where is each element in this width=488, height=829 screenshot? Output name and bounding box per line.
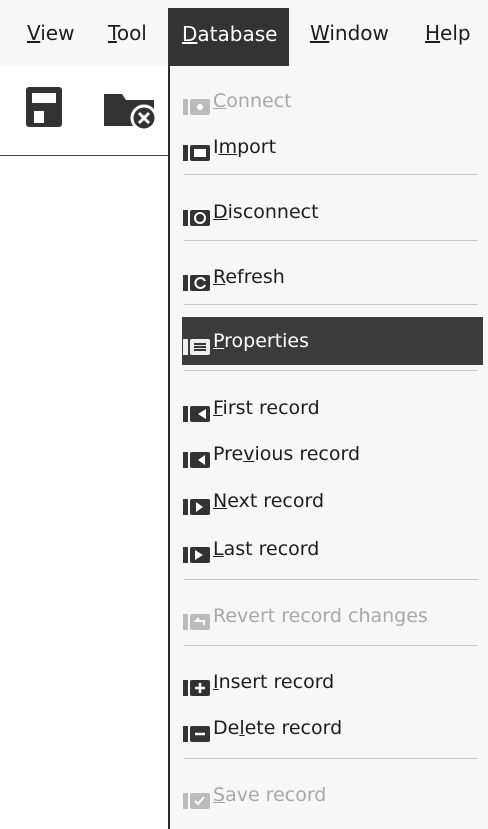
previous-record-icon [182, 443, 212, 468]
refresh-label: efresh [225, 266, 285, 288]
toolbar-divider [0, 155, 170, 156]
previous-record-label: ious record [254, 443, 361, 465]
close-connection-icon[interactable] [100, 88, 158, 136]
menu-database-mnemonic: D [182, 22, 198, 46]
separator [184, 304, 478, 305]
menu-window-rest: indow [329, 21, 389, 45]
first-record-label: irst record [222, 397, 320, 419]
import-mnemonic: m [218, 136, 238, 158]
menu-item-save-record[interactable]: Save record [182, 773, 326, 817]
menu-item-connect[interactable]: Connect [182, 79, 292, 123]
menu-bar: View Tool Database Window Help [0, 0, 488, 66]
revert-record-label: Revert record changes [213, 605, 428, 627]
import-icon [182, 136, 212, 161]
next-record-mnemonic: N [213, 490, 228, 512]
menu-view-mnemonic: V [27, 21, 41, 45]
separator [184, 579, 478, 580]
previous-record-mnemonic: v [243, 443, 255, 465]
save-record-mnemonic: S [213, 784, 226, 806]
next-record-icon [182, 490, 212, 515]
last-record-icon [182, 538, 212, 563]
menu-item-next-record[interactable]: Next record [182, 479, 324, 523]
menu-item-refresh[interactable]: Refresh [182, 255, 285, 299]
insert-record-icon [182, 671, 212, 696]
connect-icon [182, 90, 212, 115]
properties-icon [182, 330, 212, 355]
properties-label: roperties [224, 330, 310, 352]
last-record-label: ast record [223, 538, 320, 560]
properties-mnemonic: P [213, 330, 225, 352]
disconnect-icon [182, 201, 212, 226]
separator [184, 174, 478, 175]
separator [184, 645, 478, 646]
delete-record-label: ete record [244, 717, 343, 739]
revert-record-icon [182, 605, 212, 630]
first-record-mnemonic: F [213, 397, 223, 419]
refresh-icon [182, 266, 212, 291]
menu-item-first-record[interactable]: First record [182, 386, 320, 430]
connect-mnemonic: C [213, 90, 227, 112]
last-record-mnemonic: L [213, 538, 224, 560]
menu-help-rest: elp [440, 21, 471, 45]
menu-item-delete-record[interactable]: Delete record [182, 706, 342, 750]
menu-view-rest: iew [40, 21, 75, 45]
menu-item-properties[interactable]: Properties [182, 319, 309, 363]
menu-window-mnemonic: W [310, 21, 330, 45]
connect-label: onnect [226, 90, 292, 112]
delete-record-icon [182, 717, 212, 742]
menu-view[interactable]: View [27, 8, 74, 58]
disconnect-mnemonic: D [213, 201, 228, 223]
import-label: port [237, 136, 277, 158]
refresh-mnemonic: R [213, 266, 226, 288]
menu-database-rest: atabase [197, 22, 278, 46]
menu-help-mnemonic: H [425, 21, 441, 45]
database-dropdown-menu: Connect Import Disconnect Refresh Proper… [168, 66, 488, 829]
previous-record-pre: Pre [213, 443, 244, 465]
menu-item-revert-record-changes[interactable]: Revert record changes [182, 594, 428, 638]
separator [184, 758, 478, 759]
menu-tool[interactable]: Tool [108, 8, 147, 58]
menu-window[interactable]: Window [310, 8, 389, 58]
menu-item-previous-record[interactable]: Previous record [182, 432, 360, 476]
menu-item-import[interactable]: Import [182, 125, 276, 169]
menu-database[interactable]: Database [168, 8, 290, 66]
disconnect-label: isconnect [227, 201, 319, 223]
first-record-icon [182, 397, 212, 422]
insert-record-label: nsert record [218, 671, 335, 693]
menu-item-disconnect[interactable]: Disconnect [182, 190, 319, 234]
separator [184, 370, 478, 371]
save-record-icon [182, 784, 212, 809]
save-icon[interactable] [24, 85, 64, 133]
menu-item-last-record[interactable]: Last record [182, 527, 319, 571]
menu-help[interactable]: Help [425, 8, 471, 58]
separator [184, 240, 478, 241]
save-record-label: ave record [225, 784, 327, 806]
menu-tool-mnemonic: T [108, 21, 117, 45]
menu-tool-rest: ool [116, 21, 147, 45]
next-record-label: ext record [227, 490, 324, 512]
delete-record-pre: De [213, 717, 240, 739]
menu-item-insert-record[interactable]: Insert record [182, 660, 334, 704]
